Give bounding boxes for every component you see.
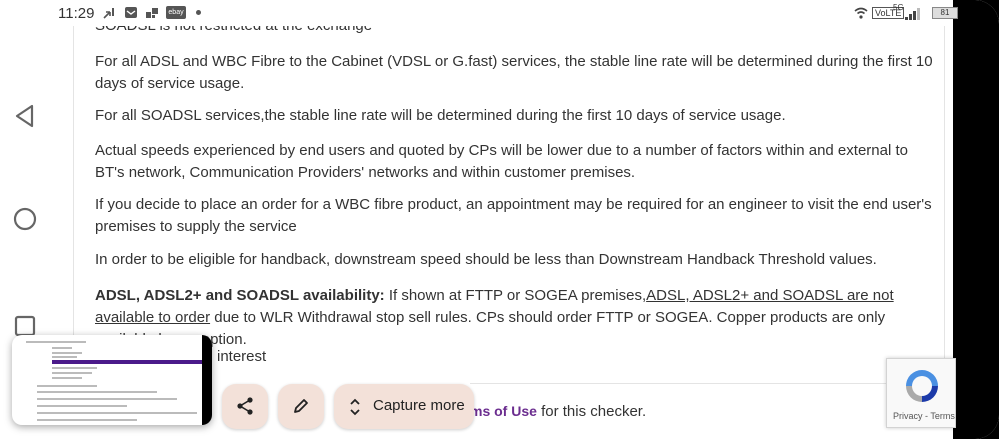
battery-indicator: 81 bbox=[932, 7, 958, 19]
recaptcha-icon bbox=[906, 370, 938, 402]
note-handback: In order to be eligible for handback, do… bbox=[95, 251, 877, 268]
interest-text: interest bbox=[217, 348, 267, 365]
note-adsl-wbc: For all ADSL and WBC Fibre to the Cabine… bbox=[95, 53, 933, 92]
privacy-terms-link[interactable]: Privacy - Terms bbox=[893, 411, 955, 421]
availability-heading: ADSL, ADSL2+ and SOADSL availability: bbox=[95, 287, 385, 304]
ebay-notification-badge: ebay bbox=[166, 6, 186, 19]
note-copper-availability: ADSL, ADSL2+ and SOADSL availability: If… bbox=[95, 285, 940, 351]
terms-suffix: for this checker. bbox=[536, 403, 647, 420]
capture-more-button[interactable]: Capture more bbox=[334, 384, 474, 429]
expand-vertical-icon bbox=[350, 398, 360, 416]
wifi-icon bbox=[854, 7, 868, 19]
network-type: 5G bbox=[893, 3, 904, 12]
clock: 11:29 bbox=[58, 5, 95, 22]
status-bar: 11:29 ebay VoLTE 5G 81 bbox=[52, 0, 958, 26]
missed-call-icon bbox=[103, 8, 114, 19]
app-notification-icon bbox=[146, 8, 158, 18]
terms-row: ms of Use for this checker. bbox=[470, 403, 646, 420]
capture-more-label: Capture more bbox=[373, 397, 465, 414]
thumbnail-edge bbox=[202, 335, 212, 425]
terms-of-use-link[interactable]: ms of Use bbox=[470, 403, 537, 419]
screenshot-thumbnail[interactable] bbox=[12, 335, 212, 425]
mail-icon bbox=[125, 7, 137, 18]
home-icon[interactable] bbox=[12, 206, 38, 232]
note-soadsl: For all SOADSL services,the stable line … bbox=[95, 107, 786, 124]
availability-text-2: due to WLR Withdrawal stop sell rules. C… bbox=[95, 309, 886, 348]
signal-strength-icon bbox=[905, 8, 920, 20]
recaptcha-badge[interactable]: Privacy - Terms bbox=[886, 358, 956, 428]
pencil-icon bbox=[294, 399, 308, 413]
thumbnail-highlight-row bbox=[52, 360, 202, 364]
share-button[interactable] bbox=[222, 384, 268, 429]
share-icon bbox=[237, 397, 253, 415]
phone-screen: 11:29 ebay VoLTE 5G 81 For all ADSL and … bbox=[0, 0, 999, 439]
availability-text-1: If shown at FTTP or SOGEA premises, bbox=[384, 287, 647, 304]
edit-button[interactable] bbox=[278, 384, 324, 429]
back-icon[interactable] bbox=[12, 103, 38, 129]
phone-bezel bbox=[953, 0, 999, 439]
more-notifications-dot bbox=[196, 10, 201, 15]
note-actual-speeds: Actual speeds experienced by end users a… bbox=[95, 142, 908, 181]
section-divider bbox=[470, 383, 945, 384]
note-wbc-appointment: If you decide to place an order for a WB… bbox=[95, 196, 932, 235]
